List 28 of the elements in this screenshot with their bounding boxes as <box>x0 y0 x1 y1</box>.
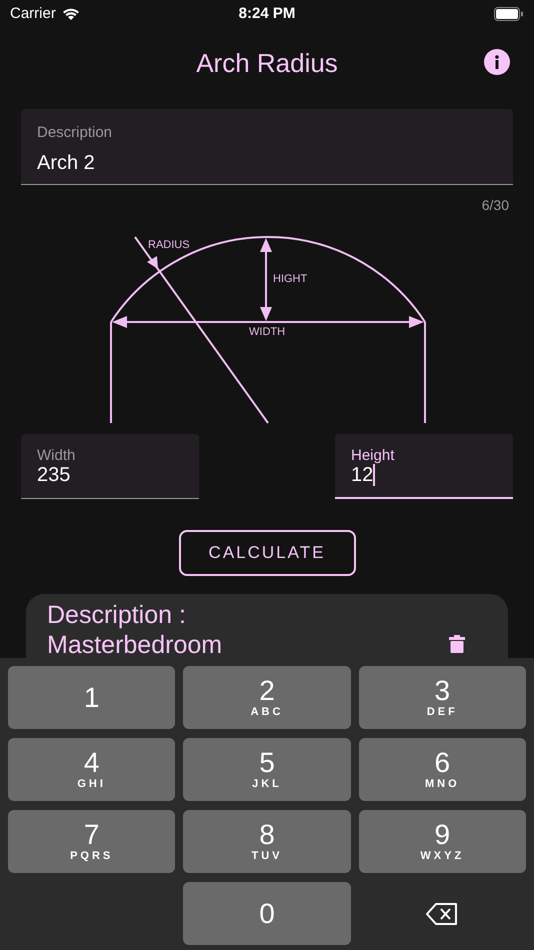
number-field[interactable]: Width 235 <box>21 434 199 499</box>
number-key[interactable]: 8 TUV <box>183 810 351 873</box>
description-field[interactable]: Description Arch 2 <box>21 109 513 185</box>
wifi-icon <box>60 7 81 21</box>
diagram-label: WIDTH <box>249 326 286 338</box>
number-key[interactable]: 6 MNO <box>358 738 526 801</box>
number-key[interactable]: 4 GHI <box>8 738 176 801</box>
screen-title: Arch Radius <box>196 46 338 80</box>
info-button[interactable] <box>484 49 510 75</box>
battery-icon <box>494 7 524 21</box>
number-key[interactable]: 3 DEF <box>358 666 526 729</box>
number-field[interactable]: Height 12 <box>335 434 513 499</box>
number-key[interactable]: 7 PQRS <box>8 810 176 873</box>
calculate-button[interactable]: CALCULATE <box>178 530 356 576</box>
carrier-label: Carrier <box>10 4 56 24</box>
status-time: 8:24 PM <box>238 4 296 24</box>
trash-icon[interactable] <box>447 635 467 653</box>
number-key[interactable]: 5 JKL <box>183 738 351 801</box>
number-key[interactable]: 9 WXYZ <box>358 810 526 873</box>
number-key[interactable]: 1 <box>8 666 176 729</box>
info-icon <box>493 55 501 69</box>
diagram-label: HIGHT <box>273 273 308 285</box>
diagram-label: RADIUS <box>148 239 190 251</box>
result-card-text: Description : Masterbedroom <box>47 600 224 660</box>
number-key[interactable]: 2 ABC <box>183 666 351 729</box>
character-counter: 6/30 <box>482 196 509 215</box>
backspace-icon[interactable] <box>426 902 458 924</box>
number-key[interactable]: 0 <box>183 882 351 945</box>
